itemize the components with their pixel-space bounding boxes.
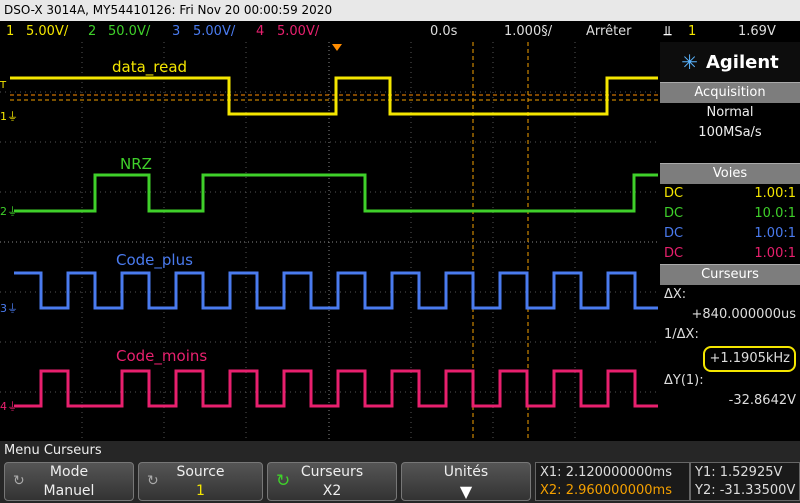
ch1-number[interactable]: 1 (6, 21, 14, 42)
trace-code-plus (14, 271, 658, 310)
ground-marker-ch4[interactable]: 4⏚ (0, 400, 18, 413)
channel-4-coupling: DC (664, 246, 684, 261)
inverse-delta-x-value-row: +1.1905kHz (660, 345, 800, 372)
x-cursor-readout: X1: 2.120000000ms X2: 2.960000000ms (535, 462, 690, 501)
menu-title: Menu Curseurs (4, 443, 102, 458)
waveform-display[interactable]: data_read NRZ Code_plus Code_moins 1⏚ T … (0, 42, 658, 441)
acquisition-mode: Normal (706, 105, 754, 120)
inverse-delta-x-value: +1.1905kHz (703, 346, 796, 372)
spark-icon: ✳ (681, 50, 698, 74)
agilent-logo: ✳ Agilent (660, 42, 800, 82)
status-bar: 1 5.00V/ 2 50.0V/ 3 5.00V/ 4 5.00V/ 0.0s… (0, 21, 800, 42)
channel-2-row: DC 10.0:1 (660, 204, 800, 224)
y2-readout: Y2: -31.33500V (695, 483, 796, 498)
time-delay[interactable]: 0.0s (430, 21, 457, 42)
delta-y-label: ΔY(1): (664, 373, 704, 388)
delta-x-value: +840.000000us (691, 307, 796, 322)
source-softkey[interactable]: ↻ Source 1 (138, 462, 263, 501)
delta-x-label-row: ΔX: (660, 285, 800, 305)
trace-data-read (10, 76, 658, 116)
trace-label-nrz: NRZ (120, 155, 152, 173)
trigger-source[interactable]: 1 (688, 21, 696, 42)
delta-y-label-row: ΔY(1): (660, 371, 800, 391)
channel-3-row: DC 1.00:1 (660, 224, 800, 244)
inverse-delta-x-label-row: 1/ΔX: (660, 325, 800, 345)
trace-label-data-read: data_read (112, 58, 187, 77)
entry-knob-icon: ↻ (276, 471, 291, 491)
time-scale[interactable]: 1.000§/ (504, 21, 552, 42)
sample-rate: 100MSa/s (698, 125, 762, 140)
channel-4-row: DC 1.00:1 (660, 244, 800, 264)
channel-2-coupling: DC (664, 206, 684, 221)
trigger-level-marker[interactable]: T (0, 80, 7, 91)
channel-3-coupling: DC (664, 226, 684, 241)
y1-readout: Y1: 1.52925V (695, 465, 783, 480)
trace-code-moins (14, 369, 658, 408)
ch1-scale[interactable]: 5.00V/ (26, 21, 68, 42)
info-panel: ✳ Agilent Acquisition Normal 100MSa/s Vo… (660, 42, 800, 441)
channels-header: Voies (660, 163, 800, 184)
cursors-softkey[interactable]: ↻ Curseurs X2 (267, 462, 397, 501)
ground-marker-ch3[interactable]: 3⏚ (0, 302, 18, 315)
knob-icon: ↻ (147, 473, 159, 489)
ch2-number[interactable]: 2 (88, 21, 96, 42)
channel-4-probe-ratio: 1.00:1 (754, 246, 796, 261)
trigger-level[interactable]: 1.69V (738, 21, 776, 42)
mode-softkey[interactable]: ↻ Mode Manuel (4, 462, 134, 501)
trigger-slope-icon: ⫫ (664, 24, 672, 39)
knob-icon: ↻ (13, 473, 25, 489)
brand-name: Agilent (705, 51, 779, 73)
units-softkey-label: Unités (443, 464, 489, 480)
channel-3-probe-ratio: 1.00:1 (754, 226, 796, 241)
trace-label-code-plus: Code_plus (116, 251, 193, 270)
delta-y-value: -32.8642V (728, 393, 796, 408)
y-cursor-readout: Y1: 1.52925V Y2: -31.33500V (690, 462, 800, 501)
trace-label-code-moins: Code_moins (116, 347, 207, 366)
ch4-number[interactable]: 4 (256, 21, 264, 42)
channel-1-row: DC 1.00:1 (660, 184, 800, 204)
title-bar: DSO-X 3014A, MY54410126: Fri Nov 20 00:0… (0, 0, 800, 21)
down-arrow-icon: ▼ (459, 482, 473, 501)
ch3-scale[interactable]: 5.00V/ (193, 21, 235, 42)
delta-x-label: ΔX: (664, 287, 687, 302)
ground-marker-ch2[interactable]: 2⏚ (0, 205, 18, 218)
units-softkey[interactable]: Unités ▼ (401, 462, 531, 501)
graticule-axes (0, 42, 658, 441)
delta-x-value-row: +840.000000us (660, 305, 800, 325)
acquisition-header: Acquisition (660, 82, 800, 103)
ground-marker-ch1[interactable]: 1⏚ (0, 110, 18, 123)
channel-1-coupling: DC (664, 186, 684, 201)
cursors-header: Curseurs (660, 264, 800, 285)
channel-2-probe-ratio: 10.0:1 (754, 206, 796, 221)
x1-readout: X1: 2.120000000ms (540, 465, 672, 480)
ch3-number[interactable]: 3 (172, 21, 180, 42)
inverse-delta-x-label: 1/ΔX: (664, 327, 699, 342)
run-state[interactable]: Arrêter (586, 21, 632, 42)
channel-1-probe-ratio: 1.00:1 (754, 186, 796, 201)
ch2-scale[interactable]: 50.0V/ (108, 21, 150, 42)
trigger-time-marker (332, 44, 342, 51)
trace-nrz (14, 173, 658, 213)
delta-y-value-row: -32.8642V (660, 391, 800, 411)
x2-readout: X2: 2.960000000ms (540, 483, 672, 498)
ch4-scale[interactable]: 5.00V/ (277, 21, 319, 42)
